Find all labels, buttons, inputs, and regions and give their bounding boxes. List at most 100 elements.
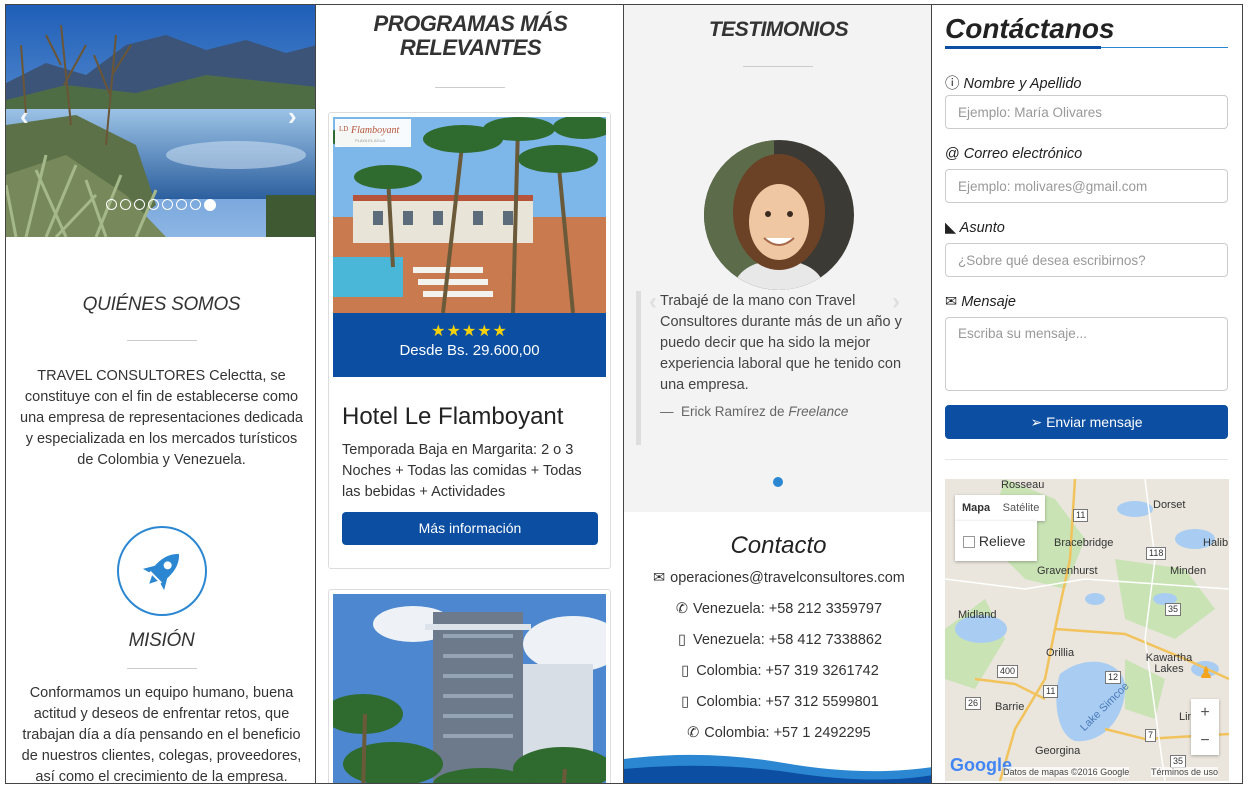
divider: [435, 87, 505, 88]
carousel-dot[interactable]: [162, 199, 173, 210]
price-label: Desde Bs. 29.600,00: [399, 342, 540, 359]
zoom-in-button[interactable]: +: [1191, 699, 1219, 727]
send-message-button[interactable]: ➢ Enviar mensaje: [945, 405, 1228, 439]
satellite-tab[interactable]: Satélite: [997, 495, 1045, 521]
carousel-dot[interactable]: [134, 199, 145, 210]
hotel-logo-sub: PLAYA EL AGUA: [355, 138, 385, 143]
divider: [126, 340, 197, 341]
author-connector: de: [769, 404, 785, 419]
contact-phone[interactable]: ▯ Colombia: +57 312 5599801: [624, 694, 931, 726]
phone-icon: ✆: [675, 601, 689, 617]
hero-carousel[interactable]: ‹ ›: [6, 5, 315, 237]
google-map[interactable]: Mapa Satélite Relieve Rosseau Dorset Bra…: [945, 479, 1229, 781]
footer-wave: [624, 754, 931, 783]
phone-icon: ✆: [687, 725, 700, 741]
hotel-description: Temporada Baja en Margarita: 2 o 3 Noche…: [342, 442, 582, 500]
street-view-pegman-icon[interactable]: ♟: [1195, 663, 1217, 687]
price-band: ★★★★★ Desde Bs. 29.600,00: [333, 313, 606, 377]
about-text: TRAVEL CONSULTORES Celectta, se constitu…: [20, 368, 303, 468]
rocket-icon: [142, 554, 179, 591]
map-terms-link[interactable]: Términos de uso: [1151, 767, 1219, 777]
mission-icon-circle: [117, 526, 207, 616]
route-shield: 7: [1145, 729, 1157, 742]
testimonial-quote: Trabajé de la mano con Travel Consultore…: [636, 291, 918, 445]
map-label: Bracebridge: [1054, 537, 1114, 549]
paper-plane-icon: ➢: [1030, 414, 1043, 430]
map-label: Gravenhurst: [1037, 565, 1098, 577]
route-shield: 35: [1165, 603, 1182, 616]
mission-title: MISIÓN: [128, 630, 195, 651]
carousel-next-arrow[interactable]: ›: [288, 101, 297, 132]
testimonial-avatar: [704, 140, 854, 290]
email-label: @ Correo electrónico: [945, 146, 1083, 162]
message-textarea[interactable]: [945, 317, 1228, 391]
subject-input[interactable]: [945, 243, 1228, 277]
info-icon: ⓘ: [945, 76, 960, 92]
contact-phone[interactable]: ✆ Venezuela: +58 212 3359797: [624, 601, 931, 633]
divider: [126, 668, 197, 669]
carousel-dot[interactable]: [120, 199, 131, 210]
hotel-image: LD Flamboyant PLAYA EL AGUA: [333, 117, 606, 313]
zoom-control: + −: [1191, 699, 1219, 755]
route-shield: 118: [1146, 547, 1167, 560]
subject-label: ◣ Asunto: [945, 220, 1005, 236]
route-shield: 12: [1105, 671, 1122, 684]
carousel-dot[interactable]: [176, 199, 187, 210]
zoom-out-button[interactable]: −: [1191, 727, 1219, 755]
about-panel: ‹ › QUIÉNES SOMOS TRAVEL CONSULTORES Cel…: [5, 4, 316, 784]
map-label: Barrie: [995, 701, 1025, 713]
hotel-logo-text: Flamboyant: [350, 125, 400, 136]
email-input[interactable]: [945, 169, 1228, 203]
testimonials-title: TESTIMONIOS: [708, 18, 849, 41]
relief-option[interactable]: Relieve: [955, 521, 1037, 561]
relief-checkbox[interactable]: [963, 536, 975, 549]
testimonial-text: Trabajé de la mano con Travel Consultore…: [660, 293, 902, 393]
mission-section: MISIÓN Conformamos un equipo humano, bue…: [6, 630, 315, 784]
route-shield: 26: [965, 697, 982, 710]
author-dash: —: [660, 404, 674, 419]
contact-email[interactable]: ✉ operaciones@travelconsultores.com: [624, 570, 931, 602]
contact-phone[interactable]: ▯ Colombia: +57 319 3261742: [624, 663, 931, 695]
map-tab[interactable]: Mapa: [955, 495, 997, 521]
title-rule: [1101, 47, 1228, 48]
mission-text: Conformamos un equipo humano, buena acti…: [21, 685, 302, 784]
carousel-indicators: [106, 199, 216, 211]
map-attribution: Datos de mapas ©2016 Google: [1003, 767, 1130, 777]
contact-phone[interactable]: ▯ Venezuela: +58 412 7338862: [624, 632, 931, 664]
programs-title: PROGRAMAS MÁS RELEVANTES: [373, 11, 568, 60]
name-input[interactable]: [945, 95, 1228, 129]
at-icon: @: [945, 146, 960, 162]
about-section: QUIÉNES SOMOS TRAVEL CONSULTORES Celectt…: [6, 294, 315, 471]
map-label: Orillia: [1046, 647, 1075, 659]
carousel-dot[interactable]: [106, 199, 117, 210]
envelope-icon: ✉: [945, 294, 958, 310]
name-label: ⓘ Nombre y Apellido: [945, 76, 1082, 92]
divider: [743, 66, 813, 67]
carousel-dot[interactable]: [190, 199, 201, 210]
contact-list: ✉ operaciones@travelconsultores.com ✆ Ve…: [624, 570, 931, 757]
envelope-icon: ✉: [653, 570, 666, 586]
tag-icon: ◣: [945, 220, 957, 236]
carousel-prev-arrow[interactable]: ‹: [20, 101, 29, 132]
hotel-image-2: [333, 594, 606, 783]
more-info-button[interactable]: Más información: [342, 512, 598, 545]
author-name: Erick Ramírez: [681, 404, 766, 419]
map-label: Georgina: [1035, 745, 1081, 757]
star-rating: ★★★★★: [431, 323, 508, 340]
mobile-icon: ▯: [681, 663, 690, 679]
program-card-2: [328, 589, 611, 783]
programs-panel: PROGRAMAS MÁS RELEVANTES LD Flamboyant P…: [315, 4, 624, 784]
map-label: Minden: [1170, 565, 1207, 577]
map-label: Midland: [958, 609, 997, 621]
testimonial-author-line: — Erick Ramírez de Freelance: [660, 404, 918, 419]
hotel-logo-mark: LD: [339, 125, 348, 133]
map-label: Dorset: [1153, 499, 1186, 511]
carousel-dot[interactable]: [148, 199, 159, 210]
contact-title: Contacto: [730, 532, 827, 559]
divider: [945, 459, 1228, 460]
map-label: Kawartha Lakes: [1145, 652, 1193, 675]
mobile-icon: ▯: [681, 694, 690, 710]
carousel-dot-active[interactable]: [204, 199, 216, 211]
mobile-icon: ▯: [677, 632, 686, 648]
testimonial-indicator[interactable]: [773, 477, 783, 487]
